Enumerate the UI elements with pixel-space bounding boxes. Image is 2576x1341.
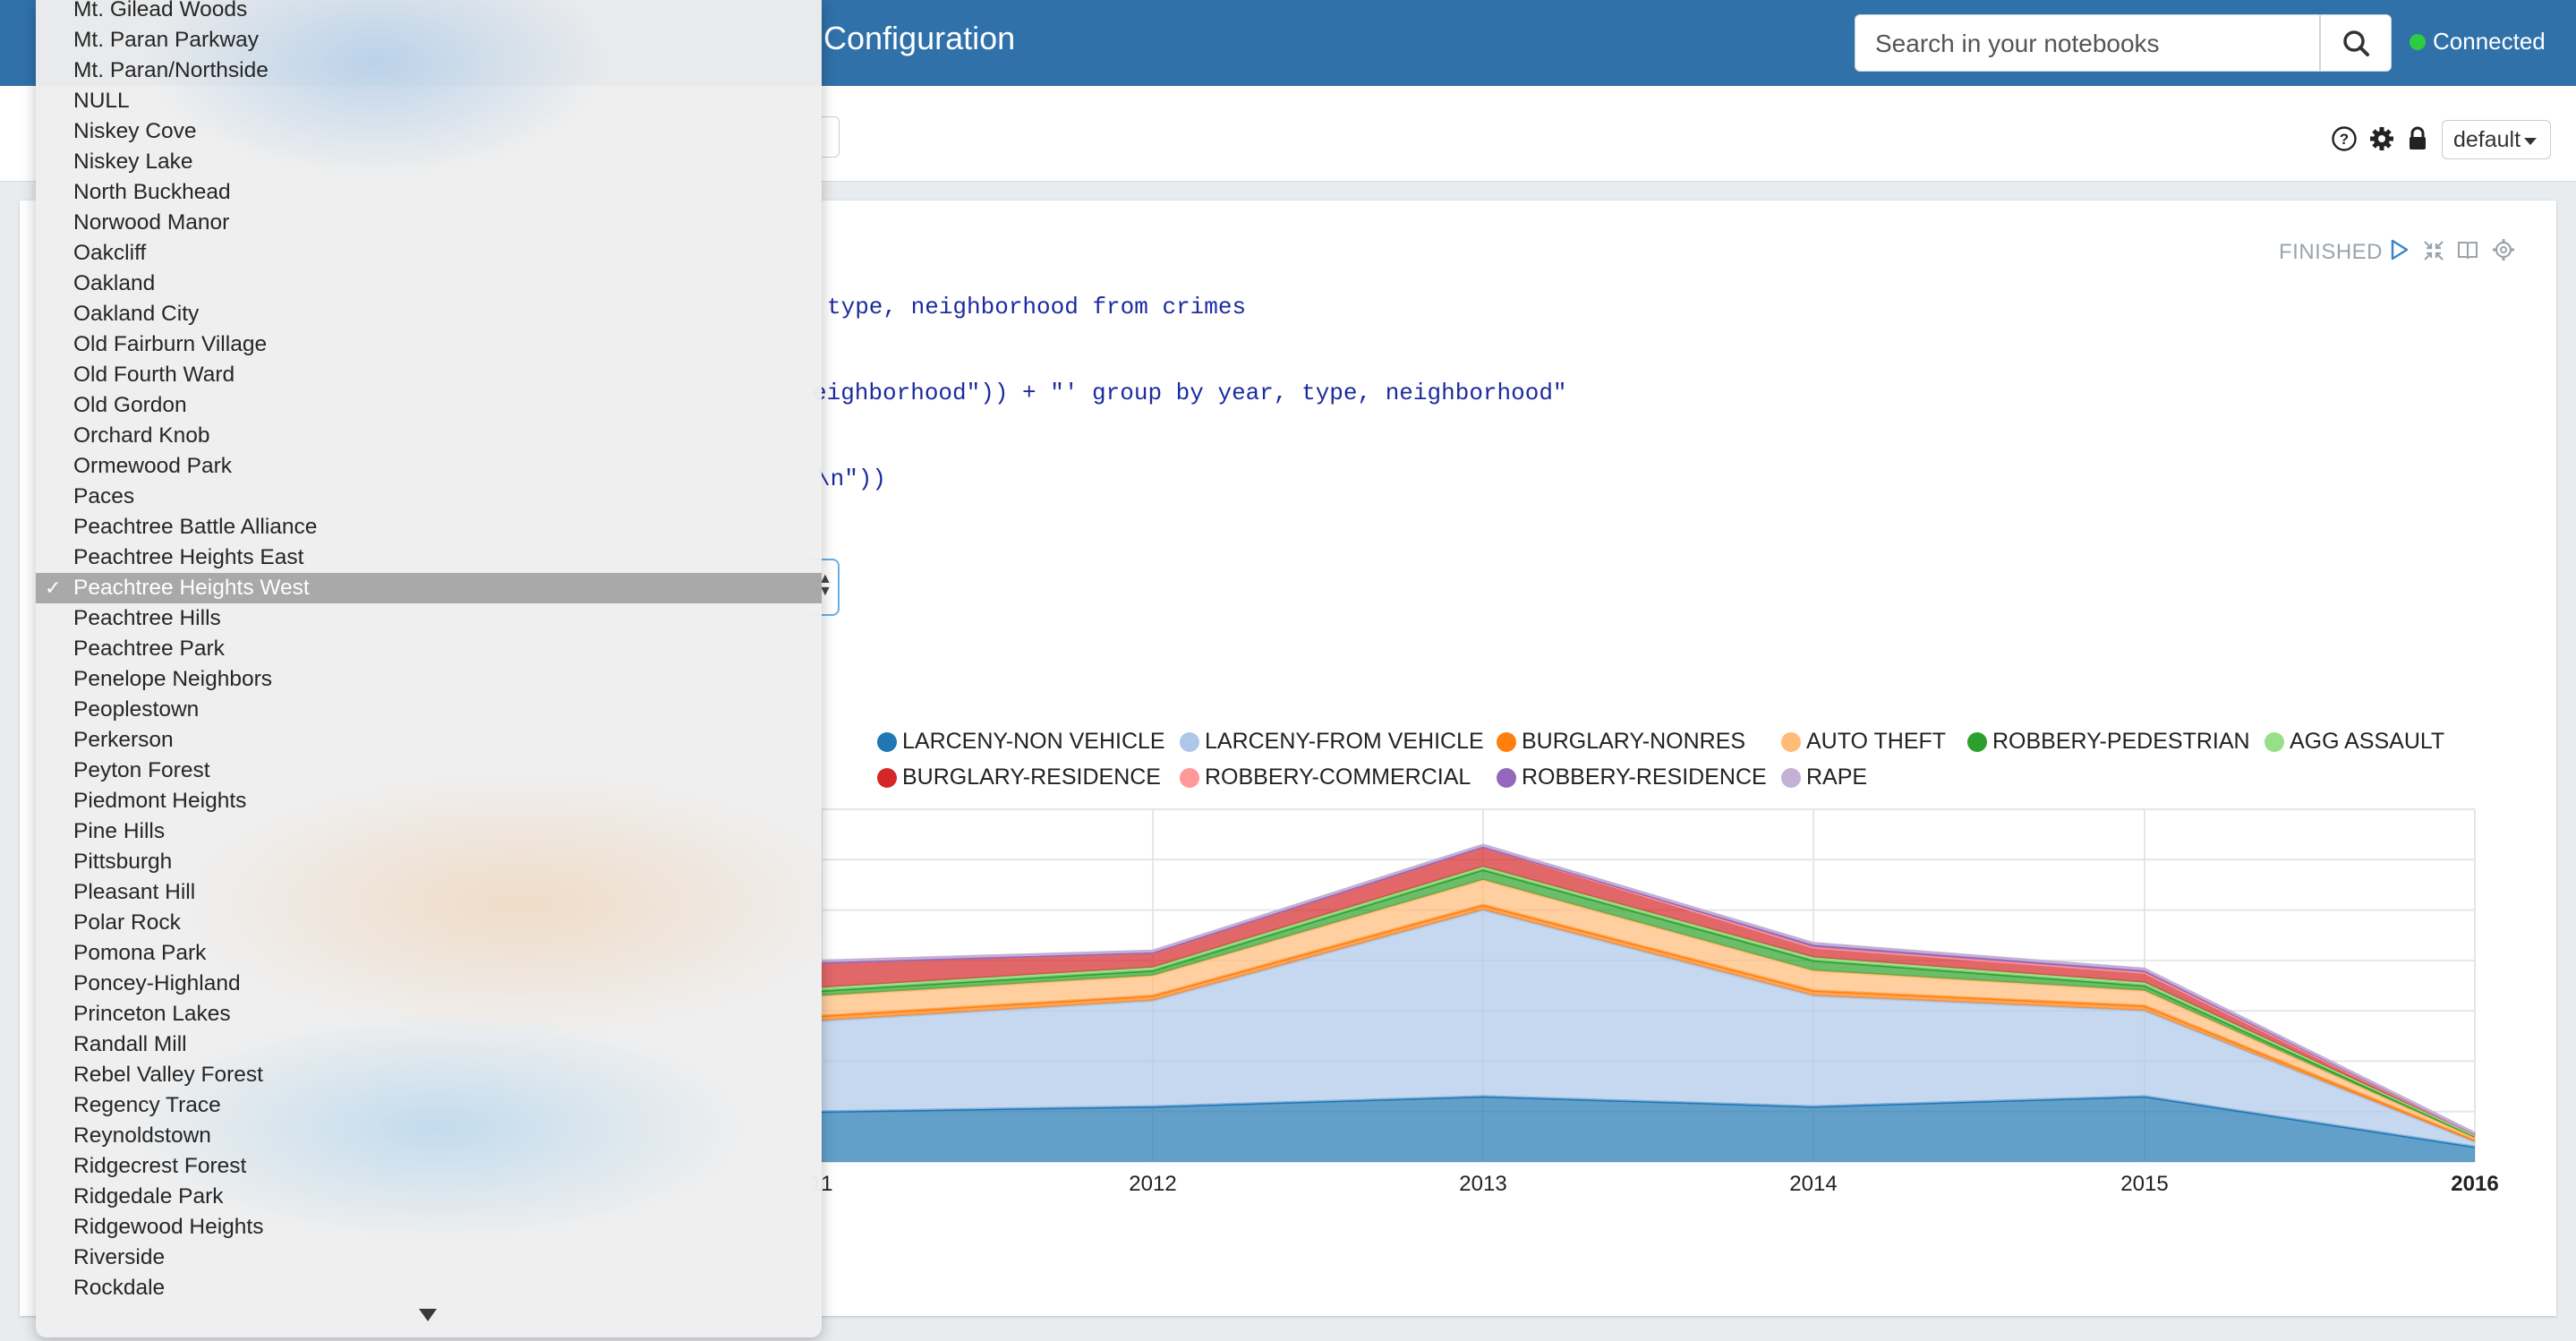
- dropdown-option-label: Peachtree Heights West: [73, 576, 310, 600]
- dropdown-option[interactable]: Norwood Manor: [36, 208, 822, 238]
- dropdown-option-label: Old Fairburn Village: [73, 332, 268, 356]
- scroll-down-icon[interactable]: [419, 1309, 437, 1321]
- dropdown-option[interactable]: Ridgewood Heights: [36, 1212, 822, 1243]
- dropdown-option[interactable]: Piedmont Heights: [36, 786, 822, 816]
- dropdown-option[interactable]: Perkerson: [36, 725, 822, 756]
- dropdown-option[interactable]: Ormewood Park: [36, 451, 822, 482]
- dropdown-option-label: Peyton Forest: [73, 758, 210, 782]
- dropdown-option-label: Peachtree Hills: [73, 606, 221, 630]
- dropdown-option-label: Ridgedale Park: [73, 1184, 224, 1209]
- dropdown-option[interactable]: Paces: [36, 482, 822, 512]
- dropdown-option[interactable]: Old Fairburn Village: [36, 329, 822, 360]
- dropdown-option-label: Poncey-Highland: [73, 971, 241, 995]
- dropdown-option[interactable]: Oakcliff: [36, 238, 822, 269]
- dropdown-option-label: Oakcliff: [73, 241, 147, 265]
- dropdown-option[interactable]: Ridgedale Park: [36, 1182, 822, 1212]
- dropdown-option-label: Niskey Lake: [73, 149, 193, 174]
- dropdown-option[interactable]: North Buckhead: [36, 177, 822, 208]
- dropdown-option-label: Peoplestown: [73, 697, 200, 722]
- dropdown-option[interactable]: Peoplestown: [36, 695, 822, 725]
- dropdown-option[interactable]: Peachtree Heights East: [36, 542, 822, 573]
- dropdown-option[interactable]: Old Fourth Ward: [36, 360, 822, 390]
- dropdown-option[interactable]: Oakland City: [36, 299, 822, 329]
- x-tick-label: 2013: [1459, 1172, 1506, 1196]
- dropdown-option[interactable]: Ridgecrest Forest: [36, 1151, 822, 1182]
- dropdown-option[interactable]: Pomona Park: [36, 938, 822, 969]
- dropdown-option[interactable]: Regency Trace: [36, 1090, 822, 1121]
- dropdown-option-label: North Buckhead: [73, 180, 231, 204]
- dropdown-option-label: Ridgecrest Forest: [73, 1154, 247, 1178]
- dropdown-option-label: Paces: [73, 484, 135, 508]
- dropdown-option-label: Oakland: [73, 271, 156, 295]
- dropdown-option-label: Mt. Paran/Northside: [73, 58, 269, 82]
- dropdown-option[interactable]: NULL: [36, 86, 822, 116]
- dropdown-option[interactable]: Orchard Knob: [36, 421, 822, 451]
- dropdown-option-label: Peachtree Battle Alliance: [73, 515, 318, 539]
- dropdown-option-label: Ridgewood Heights: [73, 1215, 264, 1239]
- dropdown-option[interactable]: Old Gordon: [36, 390, 822, 421]
- dropdown-option[interactable]: Pittsburgh: [36, 847, 822, 877]
- dropdown-option-label: Niskey Cove: [73, 119, 197, 143]
- dropdown-option[interactable]: Rockdale: [36, 1273, 822, 1303]
- dropdown-option-label: Old Fourth Ward: [73, 363, 235, 387]
- dropdown-option[interactable]: Niskey Lake: [36, 147, 822, 177]
- dropdown-option[interactable]: Peachtree Hills: [36, 603, 822, 634]
- dropdown-option-label: Piedmont Heights: [73, 789, 247, 813]
- dropdown-option-label: Oakland City: [73, 302, 200, 326]
- dropdown-option[interactable]: Niskey Cove: [36, 116, 822, 147]
- dropdown-option[interactable]: Pine Hills: [36, 816, 822, 847]
- dropdown-option[interactable]: Mt. Paran/Northside: [36, 56, 822, 86]
- dropdown-option-label: Pomona Park: [73, 941, 207, 965]
- dropdown-option-label: Pleasant Hill: [73, 880, 196, 904]
- x-tick-label: 2016: [2451, 1172, 2498, 1196]
- dropdown-option-label: Mt. Paran Parkway: [73, 28, 259, 52]
- check-icon: ✓: [45, 577, 62, 599]
- dropdown-option[interactable]: Randall Mill: [36, 1029, 822, 1060]
- dropdown-option-label: Peachtree Park: [73, 636, 225, 661]
- dropdown-option[interactable]: Mt. Gilead Woods: [36, 0, 822, 25]
- dropdown-option[interactable]: Princeton Lakes: [36, 999, 822, 1029]
- dropdown-option-label: Regency Trace: [73, 1093, 221, 1117]
- dropdown-option-label: Mt. Gilead Woods: [73, 0, 248, 21]
- dropdown-option[interactable]: Reynoldstown: [36, 1121, 822, 1151]
- dropdown-option[interactable]: Penelope Neighbors: [36, 664, 822, 695]
- dropdown-option[interactable]: Pleasant Hill: [36, 877, 822, 908]
- dropdown-option-label: Rockdale: [73, 1276, 166, 1300]
- dropdown-option[interactable]: Rebel Valley Forest: [36, 1060, 822, 1090]
- dropdown-option-label: Randall Mill: [73, 1032, 187, 1056]
- dropdown-option-label: Perkerson: [73, 728, 174, 752]
- dropdown-option[interactable]: Mt. Paran Parkway: [36, 25, 822, 56]
- dropdown-option[interactable]: Peachtree Battle Alliance: [36, 512, 822, 542]
- dropdown-option-label: Pine Hills: [73, 819, 166, 843]
- x-tick-label: 2012: [1129, 1172, 1176, 1196]
- dropdown-option[interactable]: Polar Rock: [36, 908, 822, 938]
- dropdown-option[interactable]: Poncey-Highland: [36, 969, 822, 999]
- dropdown-option-label: Old Gordon: [73, 393, 187, 417]
- dropdown-option-label: Polar Rock: [73, 910, 181, 935]
- dropdown-option-label: Riverside: [73, 1245, 166, 1269]
- dropdown-option-label: Reynoldstown: [73, 1123, 211, 1148]
- dropdown-option-label: Rebel Valley Forest: [73, 1063, 263, 1087]
- dropdown-option[interactable]: Peachtree Park: [36, 634, 822, 664]
- dropdown-option-label: Penelope Neighbors: [73, 667, 273, 691]
- dropdown-option-label: Pittsburgh: [73, 850, 173, 874]
- x-tick-label: 2015: [2120, 1172, 2168, 1196]
- dropdown-option-label: NULL: [73, 89, 130, 113]
- dropdown-option[interactable]: Peyton Forest: [36, 756, 822, 786]
- dropdown-option[interactable]: Oakland: [36, 269, 822, 299]
- dropdown-option-label: Peachtree Heights East: [73, 545, 304, 569]
- dropdown-option-label: Princeton Lakes: [73, 1002, 231, 1026]
- dropdown-option-label: Norwood Manor: [73, 210, 230, 235]
- dropdown-option-label: Ormewood Park: [73, 454, 233, 478]
- x-tick-label: 2014: [1789, 1172, 1837, 1196]
- neighborhood-dropdown-list[interactable]: Mt. Gilead Woods Mt. Paran Parkway Mt. Par…: [36, 0, 822, 1337]
- dropdown-option-label: Orchard Knob: [73, 423, 210, 448]
- dropdown-option[interactable]: Riverside: [36, 1243, 822, 1273]
- dropdown-option[interactable]: ✓ Peachtree Heights West: [36, 573, 822, 603]
